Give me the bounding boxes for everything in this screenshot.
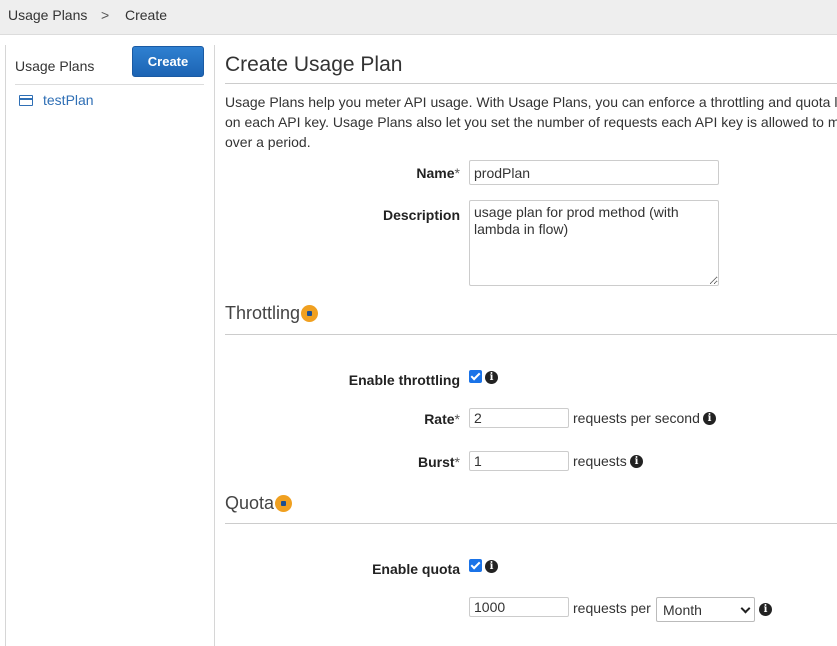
required-marker: * (454, 165, 460, 181)
help-dot-icon[interactable] (301, 304, 319, 322)
burst-label: Burst* (418, 454, 460, 470)
rate-unit: requests per second (573, 410, 700, 426)
chevron-down-icon (740, 603, 751, 614)
quota-limit-field[interactable] (469, 597, 569, 617)
sidebar-divider (15, 84, 204, 85)
required-marker: * (454, 411, 460, 427)
quota-title: Quota (225, 493, 275, 513)
quota-section-title: Quota (225, 493, 293, 514)
enable-quota-label: Enable quota (372, 561, 460, 577)
create-button[interactable]: Create (132, 46, 204, 77)
info-icon[interactable]: i (703, 412, 716, 425)
burst-field[interactable] (469, 451, 569, 471)
quota-period-value: Month (663, 602, 702, 618)
rate-label: Rate* (424, 411, 460, 427)
info-icon[interactable]: i (485, 371, 498, 384)
name-label-text: Name (416, 165, 455, 181)
enable-quota-checkbox[interactable] (469, 559, 482, 572)
rate-field[interactable] (469, 408, 569, 428)
info-icon[interactable]: i (630, 455, 643, 468)
breadcrumb-separator: > (101, 7, 110, 23)
description-field[interactable]: usage plan for prod method (with lambda … (469, 200, 719, 286)
quota-divider (225, 523, 837, 524)
help-dot-icon[interactable] (275, 494, 293, 512)
breadcrumb-current: Create (125, 7, 168, 23)
throttling-title: Throttling (225, 303, 301, 323)
name-label: Name* (416, 165, 460, 181)
breadcrumb-usage-plans[interactable]: Usage Plans (8, 7, 87, 23)
info-icon[interactable]: i (759, 603, 772, 616)
title-divider (225, 83, 837, 84)
required-marker: * (454, 454, 460, 470)
info-icon[interactable]: i (485, 560, 498, 573)
burst-label-text: Burst (417, 454, 455, 470)
breadcrumb-bar: Usage Plans > Create (0, 0, 837, 35)
description-label: Description (382, 207, 460, 223)
page-title: Create Usage Plan (225, 53, 403, 76)
quota-period-select[interactable]: Month (656, 597, 755, 622)
sidebar-divider-vertical (214, 45, 215, 646)
sidebar-title: Usage Plans (15, 58, 95, 74)
main-panel: Create Usage Plan Usage Plans help you m… (225, 35, 837, 646)
burst-unit: requests (573, 453, 627, 469)
sidebar-item-label: testPlan (43, 92, 94, 108)
intro-text: Usage Plans help you meter API usage. Wi… (225, 94, 837, 150)
throttling-divider (225, 334, 837, 335)
sidebar: Usage Plans Create testPlan (6, 35, 214, 646)
name-field[interactable] (469, 160, 719, 185)
enable-throttling-label: Enable throttling (348, 372, 460, 388)
quota-unit: requests per (573, 600, 651, 616)
throttling-section-title: Throttling (225, 303, 319, 324)
card-icon (19, 94, 33, 106)
sidebar-item-testplan[interactable]: testPlan (19, 92, 94, 108)
enable-throttling-checkbox[interactable] (469, 370, 482, 383)
rate-label-text: Rate (424, 411, 455, 427)
